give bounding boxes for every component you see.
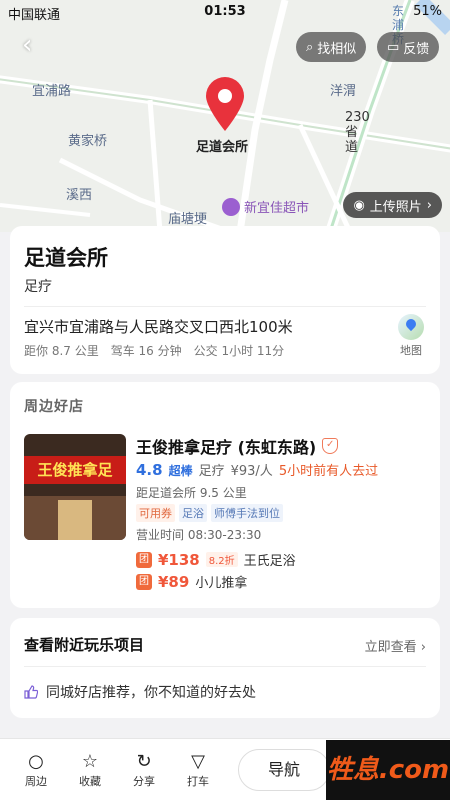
shop-distance: 距足道会所 9.5 公里 xyxy=(136,486,247,500)
divider xyxy=(24,666,426,667)
deal-name: 小儿推拿 xyxy=(195,576,248,591)
map-button[interactable]: 地图 xyxy=(394,314,428,358)
place-info-card: 足道会所 足疗 宜兴市宜浦路与人民路交叉口西北100米 距你 8.7 公里 驾车… xyxy=(10,226,440,374)
view-now-label: 立即查看 xyxy=(364,640,417,655)
battery-level: 51% xyxy=(413,4,442,19)
taxi-button[interactable]: ▽ 打车 xyxy=(178,751,218,789)
recommend-header: 周边好店 xyxy=(24,399,84,415)
divider xyxy=(24,306,426,307)
search-icon: ○ xyxy=(28,751,44,772)
shop-tags: 可用券 足浴 师傅手法到位 xyxy=(136,504,283,522)
shop-door xyxy=(58,500,92,540)
shop-category: 足疗 xyxy=(198,464,225,479)
group-deal-icon: 团 xyxy=(136,551,152,568)
share-label: 分享 xyxy=(133,775,155,788)
map-label-road-230: 230省道 xyxy=(345,110,370,155)
location-pin-icon xyxy=(206,77,244,131)
star-icon: ☆ xyxy=(81,751,99,772)
map-label-miaotangjing: 庙塘埂 xyxy=(168,212,208,227)
chevron-right-icon: › xyxy=(420,640,426,655)
shop-recent: 5小时前有人去过 xyxy=(278,464,379,479)
camera-icon: ◉ xyxy=(353,197,365,213)
shop-score-tag: 超棒 xyxy=(168,464,193,478)
supermarket-icon xyxy=(222,197,240,216)
shield-icon: ✓ xyxy=(322,438,339,454)
nearby-card: 查看附近玩乐项目 立即查看 › 同城好店推荐，你不知道的好去处 xyxy=(10,618,440,718)
taxi-icon: ▽ xyxy=(191,751,205,772)
map-icon xyxy=(398,314,424,340)
place-title: 足道会所 xyxy=(24,246,108,270)
feedback-button[interactable]: ▭ 反馈 xyxy=(377,32,440,62)
share-icon: ↻ xyxy=(136,751,152,772)
distance-text: 距你 8.7 公里 xyxy=(24,344,99,358)
shop-rating-row: 4.8 超棒 足疗 ¥93/人 5小时前有人去过 xyxy=(136,460,378,479)
find-similar-button[interactable]: ⌕ 找相似 xyxy=(296,32,367,62)
nearby-label: 周边 xyxy=(25,775,47,788)
shop-name[interactable]: 王俊推拿足疗 (东虹东路) ✓ xyxy=(136,434,339,458)
deal-price: ¥138 xyxy=(158,550,200,569)
supermarket-label: 新宜佳超市 xyxy=(244,201,310,216)
deal-discount: 8.2折 xyxy=(205,552,238,567)
thumbs-up-icon xyxy=(24,685,38,699)
shop-price: ¥93/人 xyxy=(230,464,273,479)
watermark: 牲息.com xyxy=(326,740,450,800)
deal-name: 王氏足浴 xyxy=(243,554,296,569)
map-button-label: 地图 xyxy=(400,344,422,357)
find-similar-label: 找相似 xyxy=(317,41,357,57)
taxi-label: 打车 xyxy=(187,775,209,788)
view-now-link[interactable]: 立即查看 › xyxy=(365,636,426,655)
pin-label: 足道会所 xyxy=(196,140,249,155)
place-address[interactable]: 宜兴市宜浦路与人民路交叉口西北100米 xyxy=(24,316,293,337)
navigation-button[interactable]: 导航 xyxy=(238,749,330,791)
shop-tag: 师傅手法到位 xyxy=(211,504,283,522)
chevron-left-icon: ‹ xyxy=(22,30,33,60)
nearby-recommend-text: 同城好店推荐，你不知道的好去处 xyxy=(46,685,256,701)
map-poi-supermarket[interactable]: 新宜佳超市 xyxy=(222,197,309,216)
shop-tag: 足浴 xyxy=(179,504,207,522)
shop-hours: 营业时间 08:30-23:30 xyxy=(136,528,262,542)
shop-name-text: 王俊推拿足疗 (东虹东路) xyxy=(136,438,317,457)
favorite-label: 收藏 xyxy=(79,775,101,788)
nearby-recommend-row[interactable]: 同城好店推荐，你不知道的好去处 xyxy=(24,682,256,702)
map-label-huangjiaqiao: 黄家桥 xyxy=(68,134,108,149)
back-button[interactable]: ‹ xyxy=(22,32,46,58)
feedback-icon: ▭ xyxy=(387,39,400,55)
place-category: 足疗 xyxy=(24,279,52,295)
search-list-icon: ⌕ xyxy=(306,39,314,55)
deal-item[interactable]: 团 ¥138 8.2折 王氏足浴 xyxy=(136,550,296,569)
shop-sign: 王俊推拿足 xyxy=(24,456,126,484)
shop-score: 4.8 xyxy=(136,461,163,479)
upload-photo-label: 上传照片 xyxy=(369,199,422,215)
bus-time: 公交 1小时 11分 xyxy=(193,344,285,358)
clock: 01:53 xyxy=(204,4,246,19)
route-summary: 距你 8.7 公里 驾车 16 分钟 公交 1小时 11分 xyxy=(24,342,284,359)
feedback-label: 反馈 xyxy=(403,41,430,57)
recommend-card: 周边好店 王俊推拿足 王俊推拿足疗 (东虹东路) ✓ 4.8 超棒 足疗 ¥93… xyxy=(10,382,440,608)
deal-price: ¥89 xyxy=(158,572,190,591)
shop-photo[interactable]: 王俊推拿足 xyxy=(24,434,126,540)
chevron-right-icon: › xyxy=(426,197,432,213)
nearby-title: 查看附近玩乐项目 xyxy=(24,636,145,654)
map-label-xixi: 溪西 xyxy=(66,188,93,203)
upload-photo-button[interactable]: ◉ 上传照片 › xyxy=(343,192,442,218)
shop-tag: 可用券 xyxy=(136,504,175,522)
drive-time: 驾车 16 分钟 xyxy=(110,344,182,358)
favorite-button[interactable]: ☆ 收藏 xyxy=(70,751,110,789)
map-label-yipu-road: 宜浦路 xyxy=(32,84,72,99)
deal-item[interactable]: 团 ¥89 小儿推拿 xyxy=(136,572,247,591)
status-bar: 中国联通 01:53 51% xyxy=(0,0,450,24)
group-deal-icon: 团 xyxy=(136,573,152,590)
share-button[interactable]: ↻ 分享 xyxy=(124,751,164,789)
map-label-yangwei: 洋渭 xyxy=(330,84,357,99)
nearby-button[interactable]: ○ 周边 xyxy=(16,751,56,789)
